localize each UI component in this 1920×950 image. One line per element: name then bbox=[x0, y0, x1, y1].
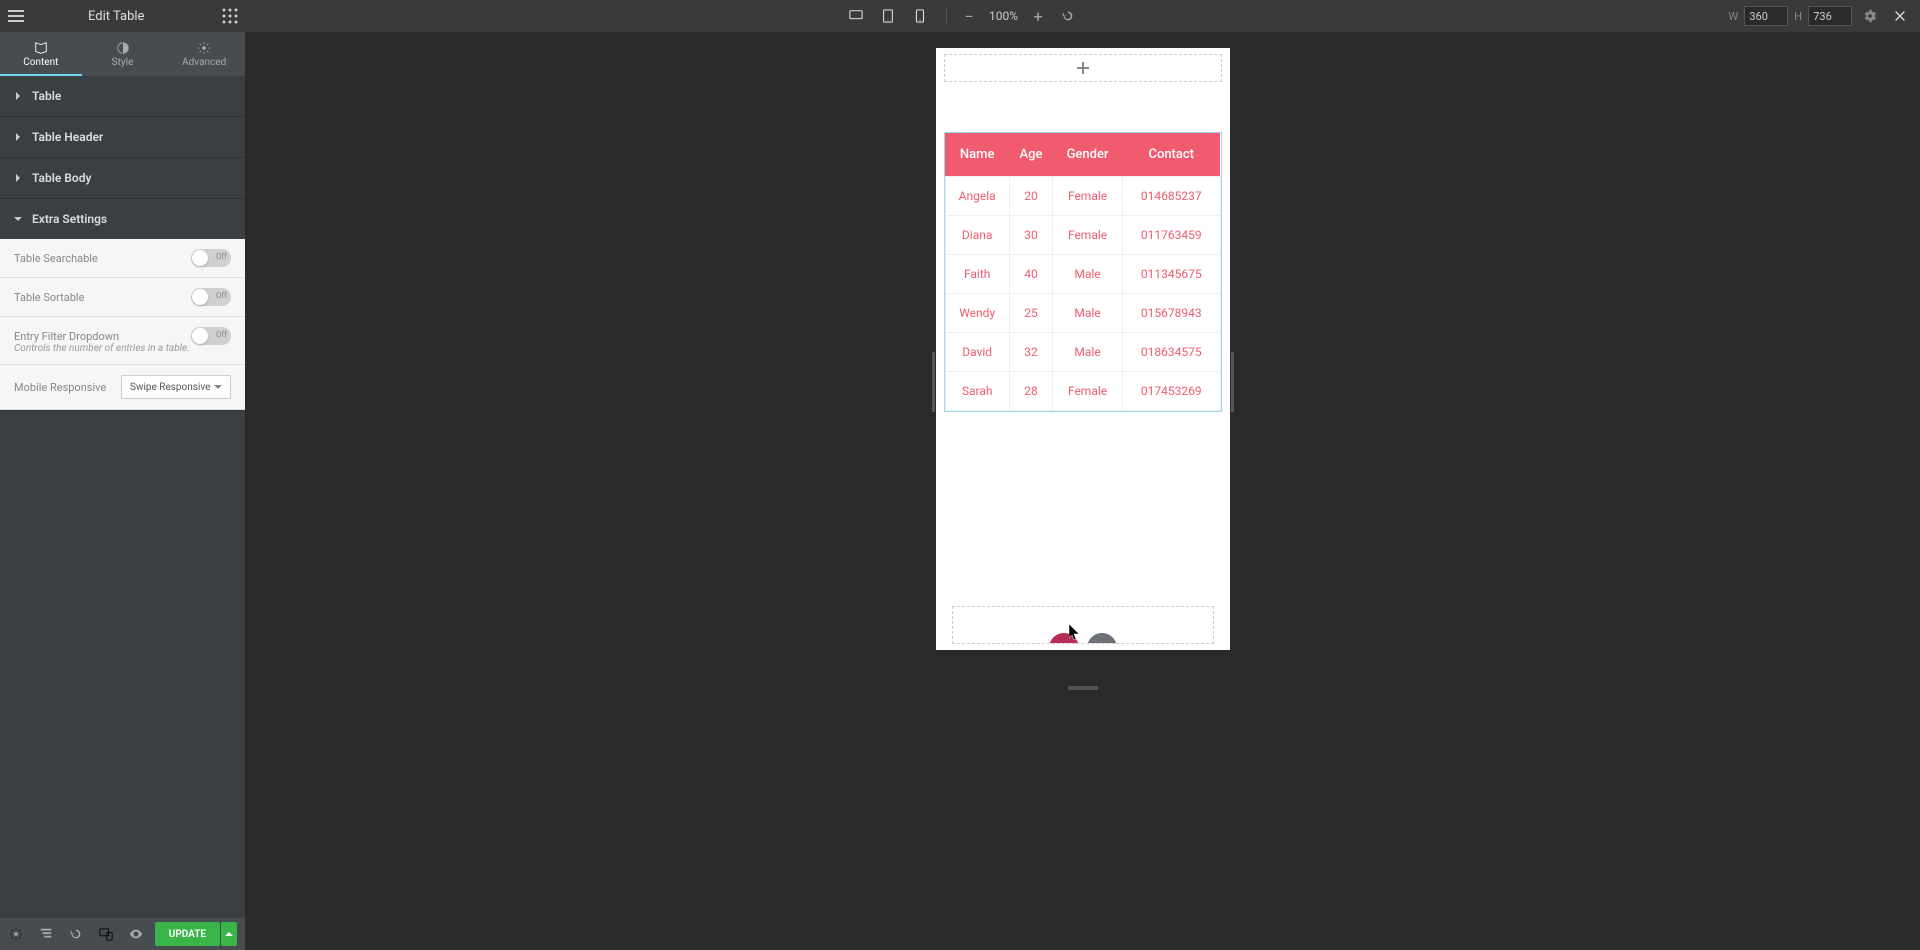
page-settings-icon[interactable] bbox=[8, 926, 24, 942]
tab-advanced[interactable]: Advanced bbox=[163, 32, 245, 76]
canvas-area: NameAgeGenderContact Angela20Female01468… bbox=[245, 32, 1920, 950]
table-cell: 018634575 bbox=[1122, 333, 1220, 372]
table-cell: 014685237 bbox=[1122, 177, 1220, 216]
table-cell: 32 bbox=[1009, 333, 1052, 372]
sortable-label: Table Sortable bbox=[14, 291, 84, 304]
divider bbox=[946, 7, 947, 25]
table-header-cell: Gender bbox=[1053, 133, 1123, 177]
tablet-device-button[interactable] bbox=[874, 2, 902, 30]
width-input[interactable] bbox=[1744, 6, 1788, 26]
bottom-section-placeholder[interactable] bbox=[952, 606, 1214, 644]
table-cell: Female bbox=[1053, 216, 1123, 255]
panel-title: Edit Table bbox=[88, 9, 144, 24]
device-preview-frame: NameAgeGenderContact Angela20Female01468… bbox=[936, 48, 1230, 650]
desktop-device-button[interactable] bbox=[842, 2, 870, 30]
table-row: Wendy25Male015678943 bbox=[945, 294, 1220, 333]
top-bar: Edit Table − 100% + W H bbox=[0, 0, 1920, 32]
table-cell: 28 bbox=[1009, 372, 1052, 411]
searchable-label: Table Searchable bbox=[14, 252, 98, 265]
zoom-out-button[interactable]: − bbox=[957, 4, 981, 28]
table-cell: 40 bbox=[1009, 255, 1052, 294]
update-options-button[interactable] bbox=[221, 922, 237, 946]
circle-element-1 bbox=[1049, 633, 1079, 644]
accordion-table-body-label: Table Body bbox=[32, 171, 91, 185]
update-button[interactable]: UPDATE bbox=[155, 922, 220, 946]
preview-icon[interactable] bbox=[128, 926, 144, 942]
table-row: Angela20Female014685237 bbox=[945, 177, 1220, 216]
table-cell: 015678943 bbox=[1122, 294, 1220, 333]
table-cell: Sarah bbox=[945, 372, 1009, 411]
widgets-grid-icon[interactable] bbox=[222, 8, 238, 24]
searchable-toggle[interactable]: Off bbox=[191, 249, 231, 267]
tab-style[interactable]: Style bbox=[82, 32, 164, 76]
tab-style-label: Style bbox=[112, 57, 134, 68]
table-row: David32Male018634575 bbox=[945, 333, 1220, 372]
resize-handle-left[interactable] bbox=[932, 352, 935, 412]
table-cell: Wendy bbox=[945, 294, 1009, 333]
close-icon[interactable] bbox=[1888, 4, 1912, 28]
resize-handle-bottom[interactable] bbox=[1068, 686, 1098, 690]
tab-advanced-label: Advanced bbox=[182, 57, 226, 68]
menu-icon[interactable] bbox=[0, 0, 32, 32]
table-cell: Female bbox=[1053, 177, 1123, 216]
table-cell: Male bbox=[1053, 333, 1123, 372]
height-label: H bbox=[1794, 10, 1802, 23]
table-cell: David bbox=[945, 333, 1009, 372]
history-icon[interactable] bbox=[68, 926, 84, 942]
table-header-cell: Age bbox=[1009, 133, 1052, 177]
reset-zoom-button[interactable] bbox=[1056, 4, 1080, 28]
mobile-responsive-select[interactable]: Swipe Responsive bbox=[121, 375, 231, 399]
settings-icon[interactable] bbox=[1858, 4, 1882, 28]
navigator-icon[interactable] bbox=[38, 926, 54, 942]
bottom-bar: UPDATE bbox=[0, 918, 245, 950]
table-cell: Female bbox=[1053, 372, 1123, 411]
sidebar-panel: Content Style Advanced Table Table Heade… bbox=[0, 32, 245, 918]
table-row: Diana30Female011763459 bbox=[945, 216, 1220, 255]
table-cell: 011345675 bbox=[1122, 255, 1220, 294]
accordion-table-label: Table bbox=[32, 89, 61, 103]
mobile-device-button[interactable] bbox=[906, 2, 934, 30]
accordion-table-header-label: Table Header bbox=[32, 130, 103, 144]
filter-dropdown-toggle[interactable]: Off bbox=[191, 327, 231, 345]
mobile-responsive-value: Swipe Responsive bbox=[130, 382, 210, 393]
table-cell: Faith bbox=[945, 255, 1009, 294]
tab-content-label: Content bbox=[23, 57, 58, 68]
table-cell: 25 bbox=[1009, 294, 1052, 333]
table-header-cell: Contact bbox=[1122, 133, 1220, 177]
sortable-toggle[interactable]: Off bbox=[191, 288, 231, 306]
height-input[interactable] bbox=[1808, 6, 1852, 26]
filter-dropdown-label: Entry Filter Dropdown bbox=[14, 330, 119, 343]
table-cell: Diana bbox=[945, 216, 1009, 255]
table-row: Sarah28Female017453269 bbox=[945, 372, 1220, 411]
zoom-value: 100% bbox=[989, 9, 1018, 23]
accordion-extra-settings[interactable]: Extra Settings bbox=[0, 199, 245, 239]
table-cell: Angela bbox=[945, 177, 1009, 216]
table-cell: Male bbox=[1053, 255, 1123, 294]
responsive-icon[interactable] bbox=[98, 926, 114, 942]
accordion-table-body[interactable]: Table Body bbox=[0, 158, 245, 198]
resize-handle-right[interactable] bbox=[1231, 352, 1234, 412]
table-cell: 30 bbox=[1009, 216, 1052, 255]
width-label: W bbox=[1728, 10, 1738, 23]
table-cell: 20 bbox=[1009, 177, 1052, 216]
table-row: Faith40Male011345675 bbox=[945, 255, 1220, 294]
filter-help-text: Controls the number of entries in a tabl… bbox=[0, 343, 245, 364]
table-cell: 017453269 bbox=[1122, 372, 1220, 411]
table-cell: Male bbox=[1053, 294, 1123, 333]
accordion-table-header[interactable]: Table Header bbox=[0, 117, 245, 157]
add-section-button[interactable] bbox=[944, 54, 1222, 82]
accordion-table[interactable]: Table bbox=[0, 76, 245, 116]
table-header-cell: Name bbox=[945, 133, 1009, 177]
tab-content[interactable]: Content bbox=[0, 32, 82, 76]
mobile-responsive-label: Mobile Responsive bbox=[14, 381, 106, 394]
accordion-extra-settings-label: Extra Settings bbox=[32, 212, 107, 226]
circle-element-2 bbox=[1087, 633, 1117, 644]
zoom-in-button[interactable]: + bbox=[1026, 4, 1050, 28]
table-cell: 011763459 bbox=[1122, 216, 1220, 255]
table-widget[interactable]: NameAgeGenderContact Angela20Female01468… bbox=[944, 132, 1222, 412]
